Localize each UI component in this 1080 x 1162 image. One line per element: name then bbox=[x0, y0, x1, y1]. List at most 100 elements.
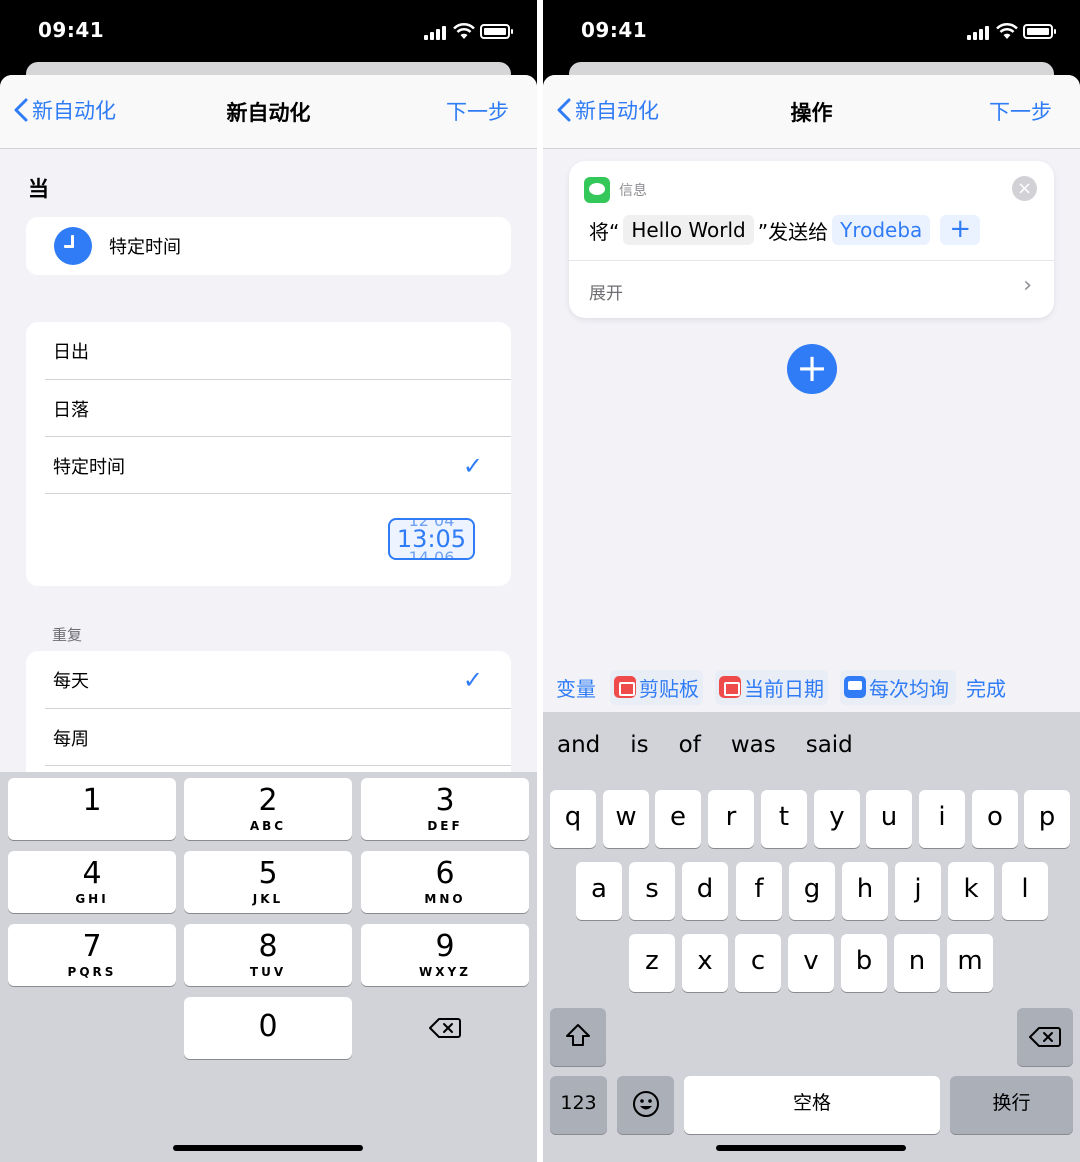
key-t[interactable]: t bbox=[761, 790, 807, 848]
cellular-signal-icon bbox=[967, 26, 989, 40]
key-s[interactable]: s bbox=[629, 862, 675, 920]
clipboard-icon bbox=[614, 676, 636, 698]
recipient-token[interactable]: Yrodeba bbox=[832, 215, 931, 245]
key-l[interactable]: l bbox=[1002, 862, 1048, 920]
variable-label: 剪贴板 bbox=[639, 676, 699, 701]
key-d[interactable]: d bbox=[682, 862, 728, 920]
suggestion[interactable]: said bbox=[806, 732, 853, 758]
trigger-card[interactable]: 特定时间 bbox=[26, 217, 511, 275]
key-0[interactable]: 0 bbox=[184, 997, 352, 1059]
wifi-icon bbox=[996, 23, 1018, 39]
emoji-key[interactable] bbox=[617, 1076, 674, 1134]
expand-button[interactable]: 展开 bbox=[589, 279, 623, 304]
time-picker-above: 12 04 bbox=[408, 518, 455, 530]
key-2[interactable]: 2 ABC bbox=[184, 778, 352, 840]
sentence-prefix: 将“ bbox=[589, 219, 620, 244]
time-picker[interactable]: 12 04 13:05 14 06 bbox=[388, 518, 475, 560]
cellular-signal-icon bbox=[424, 26, 446, 40]
variable-label: 当前日期 bbox=[744, 676, 824, 701]
repeat-daily[interactable]: 每天 ✓ bbox=[26, 651, 511, 708]
variable-current-date[interactable]: 当前日期 bbox=[715, 669, 828, 705]
emoji-icon bbox=[632, 1091, 659, 1117]
key-a[interactable]: a bbox=[576, 862, 622, 920]
key-3[interactable]: 3 DEF bbox=[361, 778, 529, 840]
remove-action-button[interactable]: × bbox=[1012, 176, 1037, 201]
shift-key[interactable] bbox=[550, 1008, 606, 1066]
delete-key[interactable] bbox=[361, 997, 529, 1059]
key-h[interactable]: h bbox=[842, 862, 888, 920]
option-specific-time[interactable]: 特定时间 ✓ bbox=[26, 437, 511, 494]
variable-label: 每次均询 bbox=[869, 676, 949, 701]
chevron-left-icon bbox=[14, 98, 28, 122]
return-key[interactable]: 换行 bbox=[950, 1076, 1073, 1134]
key-5[interactable]: 5 JKL bbox=[184, 851, 352, 913]
delete-key[interactable] bbox=[1017, 1008, 1073, 1066]
space-key[interactable]: 空格 bbox=[684, 1076, 940, 1134]
key-8[interactable]: 8 TUV bbox=[184, 924, 352, 986]
key-4[interactable]: 4 GHI bbox=[8, 851, 176, 913]
suggestion[interactable]: is bbox=[630, 732, 648, 758]
automation-sheet: 新自动化 新自动化 下一步 当 特定时间 日出 日落 特定时间 ✓ 12 04 … bbox=[0, 75, 537, 1162]
variable-ask-each-time[interactable]: 每次均询 bbox=[840, 669, 956, 705]
action-sentence: 将“ Hello World ”发送给 Yrodeba + bbox=[589, 213, 981, 247]
key-j[interactable]: j bbox=[895, 862, 941, 920]
key-n[interactable]: n bbox=[894, 934, 940, 992]
key-g[interactable]: g bbox=[789, 862, 835, 920]
next-button[interactable]: 下一步 bbox=[446, 96, 509, 126]
option-sunrise[interactable]: 日出 bbox=[26, 322, 511, 379]
key-b[interactable]: b bbox=[841, 934, 887, 992]
delete-icon bbox=[429, 1018, 461, 1038]
checkmark-icon: ✓ bbox=[462, 665, 483, 694]
key-6[interactable]: 6 MNO bbox=[361, 851, 529, 913]
navigation-bar: 新自动化 操作 下一步 bbox=[543, 75, 1080, 149]
navigation-bar: 新自动化 新自动化 下一步 bbox=[0, 75, 537, 149]
key-i[interactable]: i bbox=[919, 790, 965, 848]
key-v[interactable]: v bbox=[788, 934, 834, 992]
option-sunset[interactable]: 日落 bbox=[26, 380, 511, 437]
key-o[interactable]: o bbox=[972, 790, 1018, 848]
trigger-label: 特定时间 bbox=[109, 237, 181, 258]
key-p[interactable]: p bbox=[1024, 790, 1070, 848]
variables-button[interactable]: 变量 bbox=[556, 673, 596, 702]
delete-icon bbox=[1029, 1027, 1061, 1047]
option-label: 日出 bbox=[53, 341, 89, 363]
key-1[interactable]: 1 bbox=[8, 778, 176, 840]
battery-icon bbox=[480, 24, 513, 39]
left-screen: 09:41 新自动化 新自动化 下一步 当 特定时间 日出 日落 特定时间 ✓ bbox=[0, 0, 537, 1162]
key-u[interactable]: u bbox=[866, 790, 912, 848]
key-e[interactable]: e bbox=[655, 790, 701, 848]
key-r[interactable]: r bbox=[708, 790, 754, 848]
repeat-list: 每天 ✓ 每周 bbox=[26, 651, 511, 791]
next-button[interactable]: 下一步 bbox=[989, 96, 1052, 126]
key-q[interactable]: q bbox=[550, 790, 596, 848]
done-button[interactable]: 完成 bbox=[966, 673, 1006, 702]
key-9[interactable]: 9 WXYZ bbox=[361, 924, 529, 986]
add-recipient-button[interactable]: + bbox=[940, 215, 981, 245]
key-7[interactable]: 7 PQRS bbox=[8, 924, 176, 986]
message-token[interactable]: Hello World bbox=[623, 215, 754, 245]
key-w[interactable]: w bbox=[603, 790, 649, 848]
suggestion[interactable]: was bbox=[731, 732, 776, 758]
repeat-weekly[interactable]: 每周 bbox=[26, 709, 511, 766]
key-k[interactable]: k bbox=[948, 862, 994, 920]
option-label: 日落 bbox=[53, 399, 89, 421]
key-y[interactable]: y bbox=[814, 790, 860, 848]
back-button[interactable]: 新自动化 bbox=[14, 95, 116, 125]
wifi-icon bbox=[453, 23, 475, 39]
key-x[interactable]: x bbox=[682, 934, 728, 992]
key-c[interactable]: c bbox=[735, 934, 781, 992]
add-action-button[interactable]: + bbox=[787, 344, 837, 394]
variables-bar: 变量 剪贴板 当前日期 每次均询 完成 bbox=[543, 662, 1080, 712]
number-keypad: 1 2 ABC 3 DEF 4 GHI 5 JKL 6 MNO 7 PQRS 8 TUV 9W… bbox=[0, 772, 537, 1162]
suggestion[interactable]: of bbox=[679, 732, 701, 758]
key-z[interactable]: z bbox=[629, 934, 675, 992]
key-f[interactable]: f bbox=[736, 862, 782, 920]
numbers-key[interactable]: 123 bbox=[550, 1076, 607, 1134]
back-button[interactable]: 新自动化 bbox=[557, 95, 659, 125]
sentence-middle: ”发送给 bbox=[757, 219, 829, 244]
suggestion[interactable]: and bbox=[557, 732, 600, 758]
variable-clipboard[interactable]: 剪贴板 bbox=[610, 669, 703, 705]
key-m[interactable]: m bbox=[947, 934, 993, 992]
checkmark-icon: ✓ bbox=[462, 451, 483, 480]
time-picker-below: 14 06 bbox=[408, 548, 455, 560]
